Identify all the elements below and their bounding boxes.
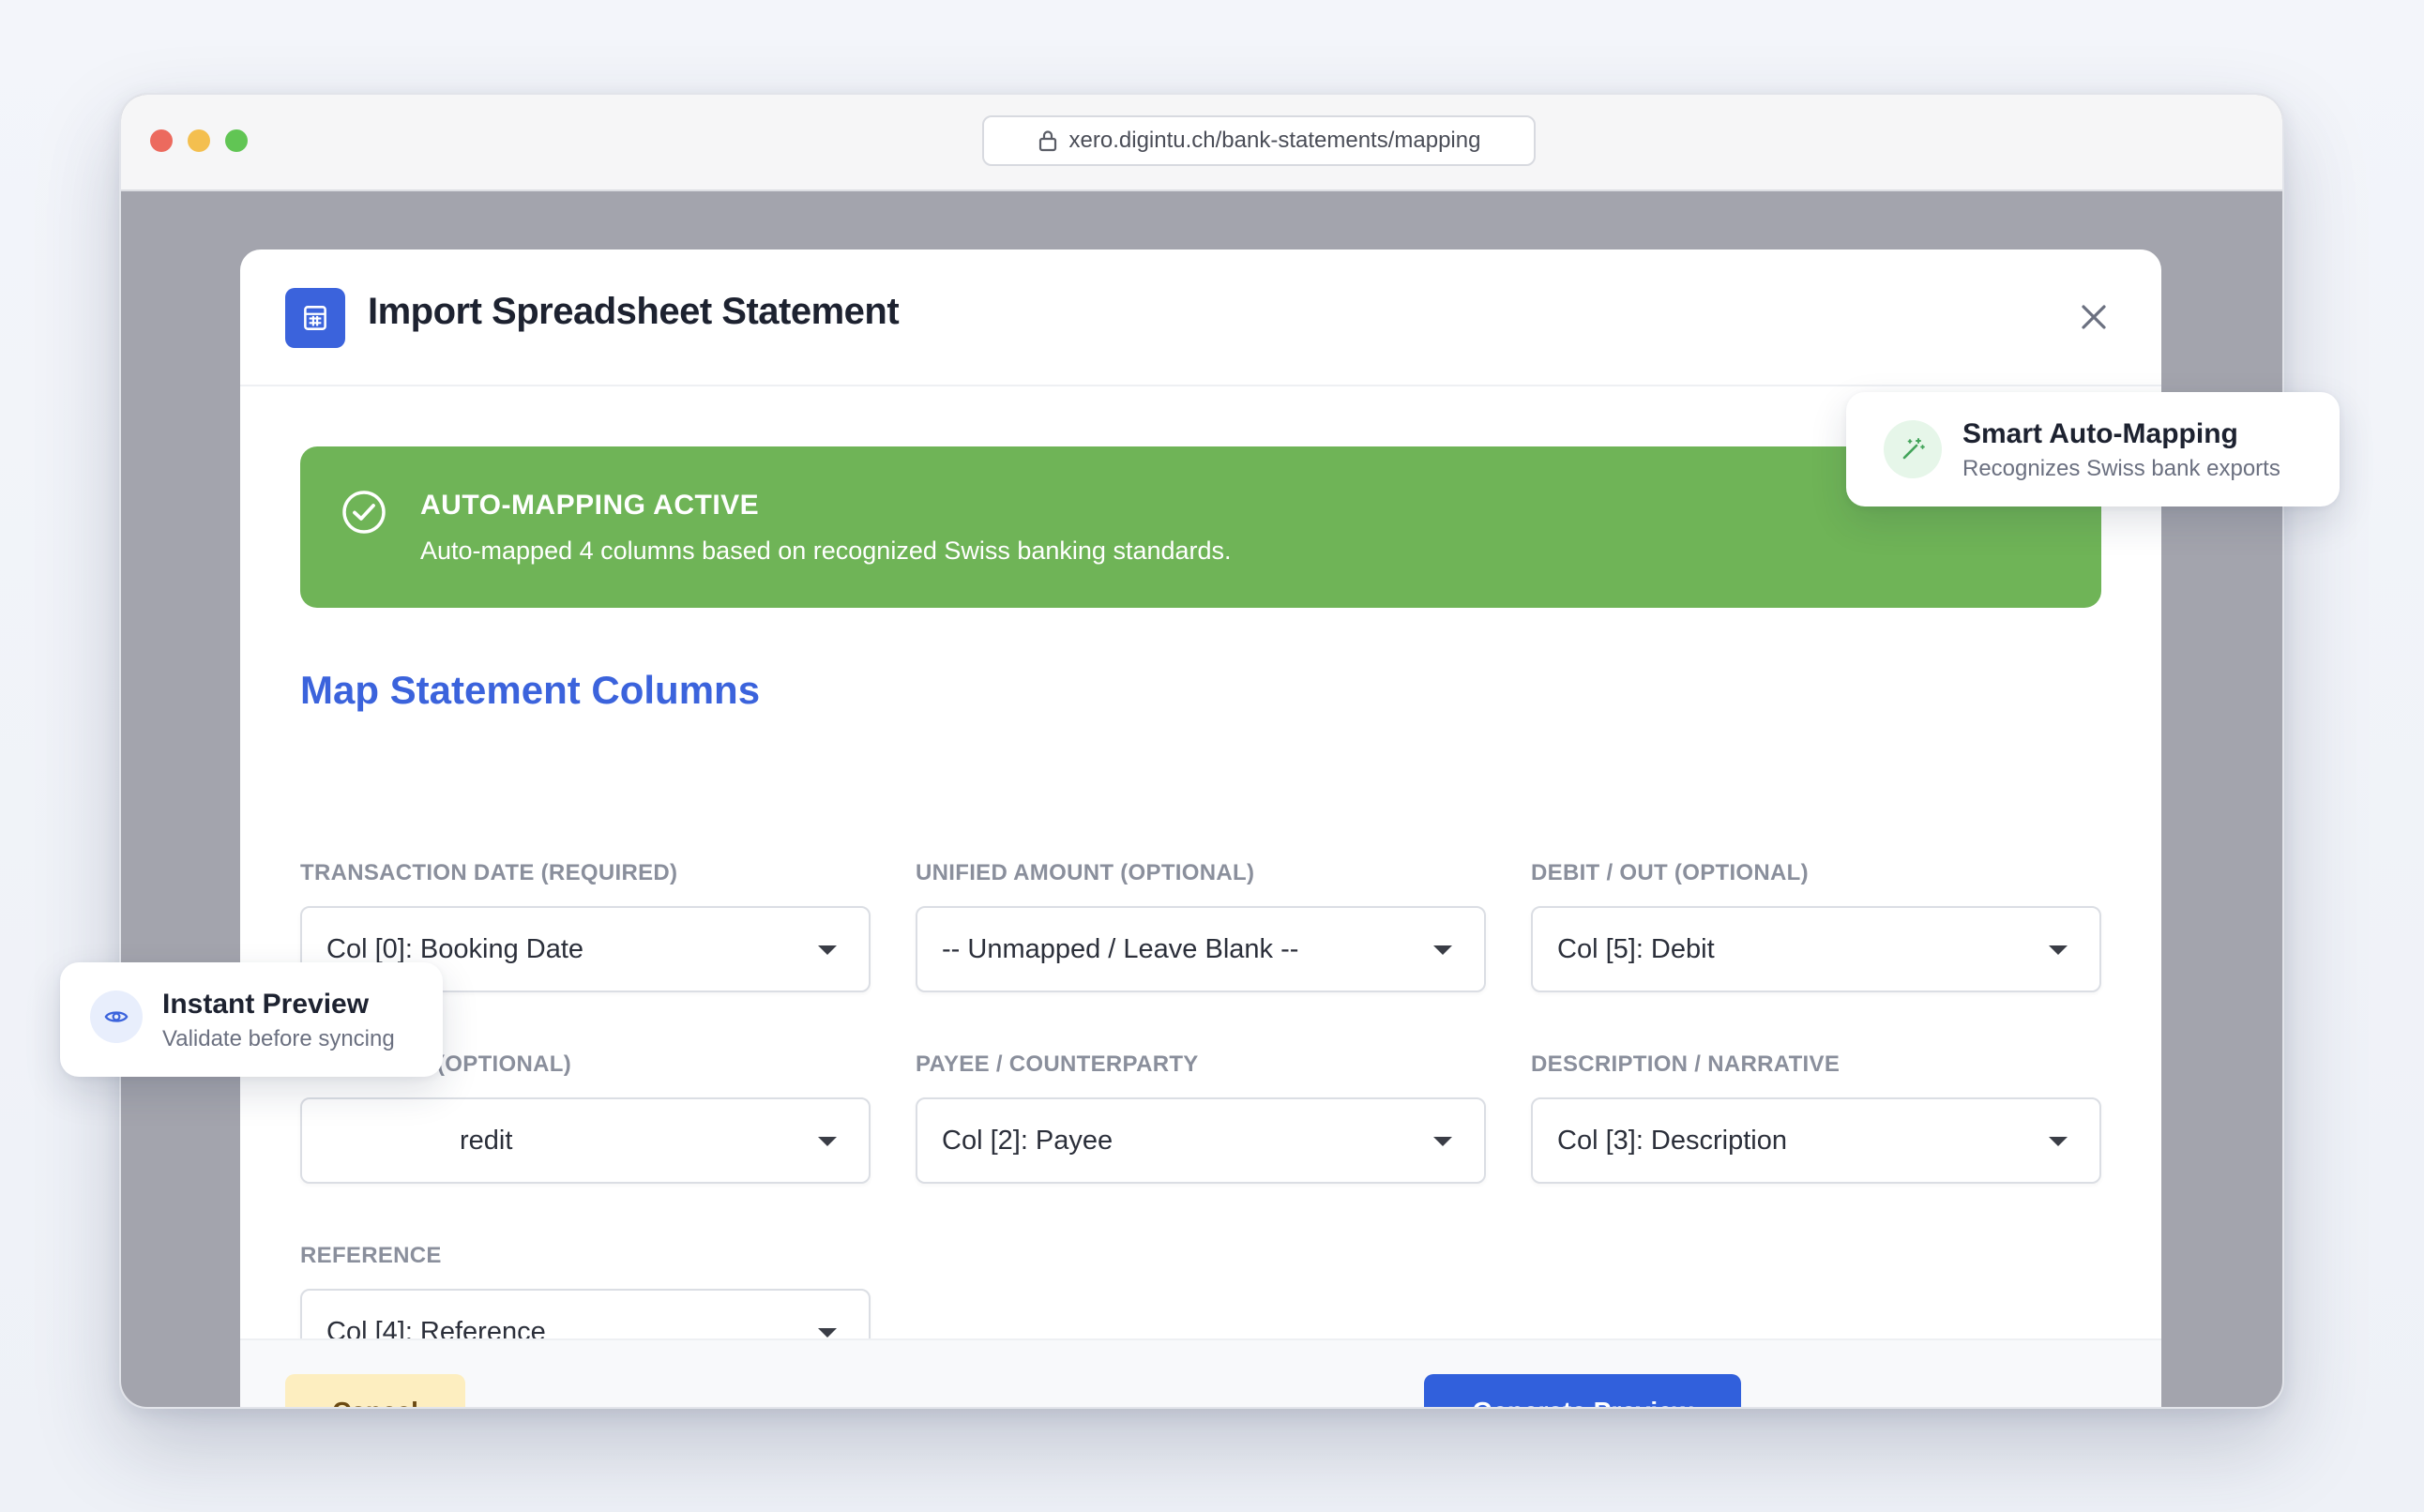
magic-wand-icon [1884,420,1942,478]
close-window-button[interactable] [150,129,173,152]
callout-title: Smart Auto-Mapping [1962,418,2238,449]
chevron-down-icon [1433,1137,1452,1146]
select-unified-amount[interactable]: -- Unmapped / Leave Blank -- [916,906,1486,992]
callout-subtitle: Recognizes Swiss bank exports [1962,456,2280,481]
chevron-down-icon [818,1328,837,1338]
auto-mapping-banner: AUTO-MAPPING ACTIVE Auto-mapped 4 column… [300,446,2101,608]
section-title: Map Statement Columns [300,668,761,712]
modal-footer: Cancel Generate Preview [240,1338,2161,1407]
callout-subtitle: Validate before syncing [162,1026,395,1051]
chevron-down-icon [2049,945,2068,955]
select-value: redit [460,1126,513,1156]
field-label-debit: DEBIT / OUT (OPTIONAL) [1531,860,1809,885]
field-label-unified-amount: UNIFIED AMOUNT (OPTIONAL) [916,860,1255,885]
smart-auto-mapping-callout: Smart Auto-Mapping Recognizes Swiss bank… [1846,392,2340,507]
instant-preview-callout: Instant Preview Validate before syncing [60,962,443,1077]
chevron-down-icon [818,945,837,955]
field-label-credit: (OPTIONAL) [437,1051,571,1077]
select-payee[interactable]: Col [2]: Payee [916,1097,1486,1184]
chevron-down-icon [818,1137,837,1146]
close-icon[interactable] [2075,298,2113,336]
address-bar[interactable]: xero.digintu.ch/bank-statements/mapping [982,115,1536,166]
url-text: xero.digintu.ch/bank-statements/mapping [1068,128,1481,153]
select-value: Col [5]: Debit [1557,934,1715,964]
lock-icon [1038,130,1056,152]
modal-title: Import Spreadsheet Statement [368,291,900,332]
spreadsheet-icon [285,288,345,348]
field-label-payee: PAYEE / COUNTERPARTY [916,1051,1199,1077]
select-description[interactable]: Col [3]: Description [1531,1097,2101,1184]
select-debit[interactable]: Col [5]: Debit [1531,906,2101,992]
eye-icon [90,990,143,1043]
browser-window: xero.digintu.ch/bank-statements/mapping … [119,93,2284,1409]
minimize-window-button[interactable] [188,129,210,152]
select-value: Col [2]: Payee [942,1126,1114,1156]
select-value: Col [3]: Description [1557,1126,1787,1156]
field-label-description: DESCRIPTION / NARRATIVE [1531,1051,1841,1077]
banner-message: Auto-mapped 4 columns based on recognize… [420,537,1232,565]
select-value: -- Unmapped / Leave Blank -- [942,934,1299,964]
modal-header: Import Spreadsheet Statement [240,249,2161,386]
select-value: Col [0]: Booking Date [326,934,584,964]
select-credit[interactable]: redit [300,1097,871,1184]
browser-titlebar: xero.digintu.ch/bank-statements/mapping [121,95,2282,191]
banner-title: AUTO-MAPPING ACTIVE [420,490,760,521]
check-circle-icon [342,491,386,534]
cancel-button[interactable]: Cancel [285,1374,465,1407]
generate-preview-button[interactable]: Generate Preview [1424,1374,1741,1407]
callout-title: Instant Preview [162,989,370,1020]
field-label-reference: REFERENCE [300,1243,442,1268]
chevron-down-icon [1433,945,1452,955]
chevron-down-icon [2049,1137,2068,1146]
maximize-window-button[interactable] [225,129,248,152]
field-label-transaction-date: TRANSACTION DATE (REQUIRED) [300,860,678,885]
